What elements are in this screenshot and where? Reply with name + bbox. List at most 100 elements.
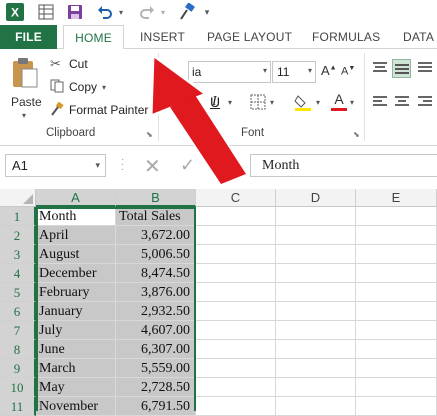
borders-icon[interactable]: [250, 94, 266, 113]
save-icon[interactable]: [64, 2, 86, 22]
row-header-1[interactable]: 1: [0, 207, 36, 226]
insert-function-icon[interactable]: fx: [222, 155, 234, 173]
cell-d3[interactable]: [276, 245, 356, 264]
cell-c8[interactable]: [196, 340, 276, 359]
cell-d7[interactable]: [276, 321, 356, 340]
row-header-4[interactable]: 4: [0, 264, 36, 283]
cell-b8[interactable]: 6,307.00: [116, 340, 196, 359]
formula-input[interactable]: Month: [250, 154, 437, 177]
cell-a11[interactable]: November: [36, 397, 116, 416]
cell-d2[interactable]: [276, 226, 356, 245]
font-name-dropdown[interactable]: ia ▾: [188, 61, 271, 83]
cell-b9[interactable]: 5,559.00: [116, 359, 196, 378]
column-header-b[interactable]: B: [116, 189, 196, 207]
borders-dropdown-icon[interactable]: ▾: [270, 98, 274, 107]
cell-b3[interactable]: 5,006.50: [116, 245, 196, 264]
cell-d5[interactable]: [276, 283, 356, 302]
select-all-corner[interactable]: [0, 189, 36, 207]
underline-dropdown-icon[interactable]: ▾: [228, 98, 232, 107]
cell-d1[interactable]: [276, 207, 356, 226]
table-icon[interactable]: [36, 2, 56, 22]
row-header-11[interactable]: 11: [0, 397, 36, 416]
cell-c3[interactable]: [196, 245, 276, 264]
cell-b1[interactable]: Total Sales: [116, 207, 196, 226]
tab-page-layout[interactable]: PAGE LAYOUT: [207, 25, 292, 49]
cell-e7[interactable]: [356, 321, 437, 340]
align-top-icon[interactable]: [373, 62, 387, 77]
font-size-dropdown[interactable]: 11 ▾: [272, 61, 316, 83]
cell-c2[interactable]: [196, 226, 276, 245]
cell-b7[interactable]: 4,607.00: [116, 321, 196, 340]
decrease-font-size-icon[interactable]: A▼: [341, 65, 355, 78]
cell-a10[interactable]: May: [36, 378, 116, 397]
row-header-10[interactable]: 10: [0, 378, 36, 397]
column-header-a[interactable]: A: [36, 189, 116, 207]
cell-a3[interactable]: August: [36, 245, 116, 264]
cell-b5[interactable]: 3,876.00: [116, 283, 196, 302]
cell-d4[interactable]: [276, 264, 356, 283]
cell-c9[interactable]: [196, 359, 276, 378]
cell-c10[interactable]: [196, 378, 276, 397]
excel-icon[interactable]: X: [5, 2, 25, 22]
format-painter-button[interactable]: Format Painter: [50, 101, 148, 119]
column-header-e[interactable]: E: [356, 189, 437, 207]
fill-color-dropdown-icon[interactable]: ▾: [316, 98, 320, 107]
cell-c1[interactable]: [196, 207, 276, 226]
cell-a6[interactable]: January: [36, 302, 116, 321]
cell-a8[interactable]: June: [36, 340, 116, 359]
cancel-icon[interactable]: ✕: [144, 154, 161, 179]
font-color-button[interactable]: A: [330, 91, 348, 113]
cell-e8[interactable]: [356, 340, 437, 359]
cell-c11[interactable]: [196, 397, 276, 416]
cell-e2[interactable]: [356, 226, 437, 245]
cell-e1[interactable]: [356, 207, 437, 226]
name-box[interactable]: A1 ▾: [5, 154, 106, 177]
bold-button[interactable]: B: [190, 94, 200, 110]
cell-d8[interactable]: [276, 340, 356, 359]
cell-e3[interactable]: [356, 245, 437, 264]
enter-icon[interactable]: ✓: [180, 155, 195, 176]
clipboard-dialog-launcher-icon[interactable]: ⬊: [146, 130, 153, 139]
row-header-6[interactable]: 6: [0, 302, 36, 321]
cell-a5[interactable]: February: [36, 283, 116, 302]
cell-c7[interactable]: [196, 321, 276, 340]
copy-button[interactable]: Copy ▾: [50, 78, 106, 96]
align-bottom-icon[interactable]: [418, 62, 432, 77]
tab-formulas[interactable]: FORMULAS: [312, 25, 380, 49]
cell-e9[interactable]: [356, 359, 437, 378]
align-middle-icon[interactable]: [392, 59, 411, 78]
cell-b10[interactable]: 2,728.50: [116, 378, 196, 397]
cell-b2[interactable]: 3,672.00: [116, 226, 196, 245]
cell-b6[interactable]: 2,932.50: [116, 302, 196, 321]
cell-d6[interactable]: [276, 302, 356, 321]
undo-dropdown-icon[interactable]: ▾: [117, 2, 125, 22]
redo-dropdown-icon[interactable]: ▾: [159, 2, 167, 22]
align-center-icon[interactable]: [395, 96, 409, 111]
cell-d11[interactable]: [276, 397, 356, 416]
cell-e10[interactable]: [356, 378, 437, 397]
format-painter-icon[interactable]: [176, 2, 196, 22]
row-header-5[interactable]: 5: [0, 283, 36, 302]
customize-icon[interactable]: ▾: [202, 2, 212, 22]
cell-e6[interactable]: [356, 302, 437, 321]
tab-data[interactable]: DATA: [403, 25, 434, 49]
column-header-d[interactable]: D: [276, 189, 356, 207]
cell-a4[interactable]: December: [36, 264, 116, 283]
tab-insert[interactable]: INSERT: [140, 25, 185, 49]
row-header-9[interactable]: 9: [0, 359, 36, 378]
tab-home[interactable]: HOME: [63, 25, 124, 50]
row-header-8[interactable]: 8: [0, 340, 36, 359]
redo-icon[interactable]: [137, 2, 157, 22]
paste-button[interactable]: Paste ▾: [7, 55, 45, 120]
cell-d10[interactable]: [276, 378, 356, 397]
cell-b4[interactable]: 8,474.50: [116, 264, 196, 283]
cell-e11[interactable]: [356, 397, 437, 416]
align-right-icon[interactable]: [418, 96, 432, 111]
underline-button[interactable]: U: [210, 94, 220, 110]
column-header-c[interactable]: C: [196, 189, 276, 207]
cell-e5[interactable]: [356, 283, 437, 302]
cell-c5[interactable]: [196, 283, 276, 302]
cell-d9[interactable]: [276, 359, 356, 378]
font-color-dropdown-icon[interactable]: ▾: [350, 98, 354, 107]
cell-c4[interactable]: [196, 264, 276, 283]
